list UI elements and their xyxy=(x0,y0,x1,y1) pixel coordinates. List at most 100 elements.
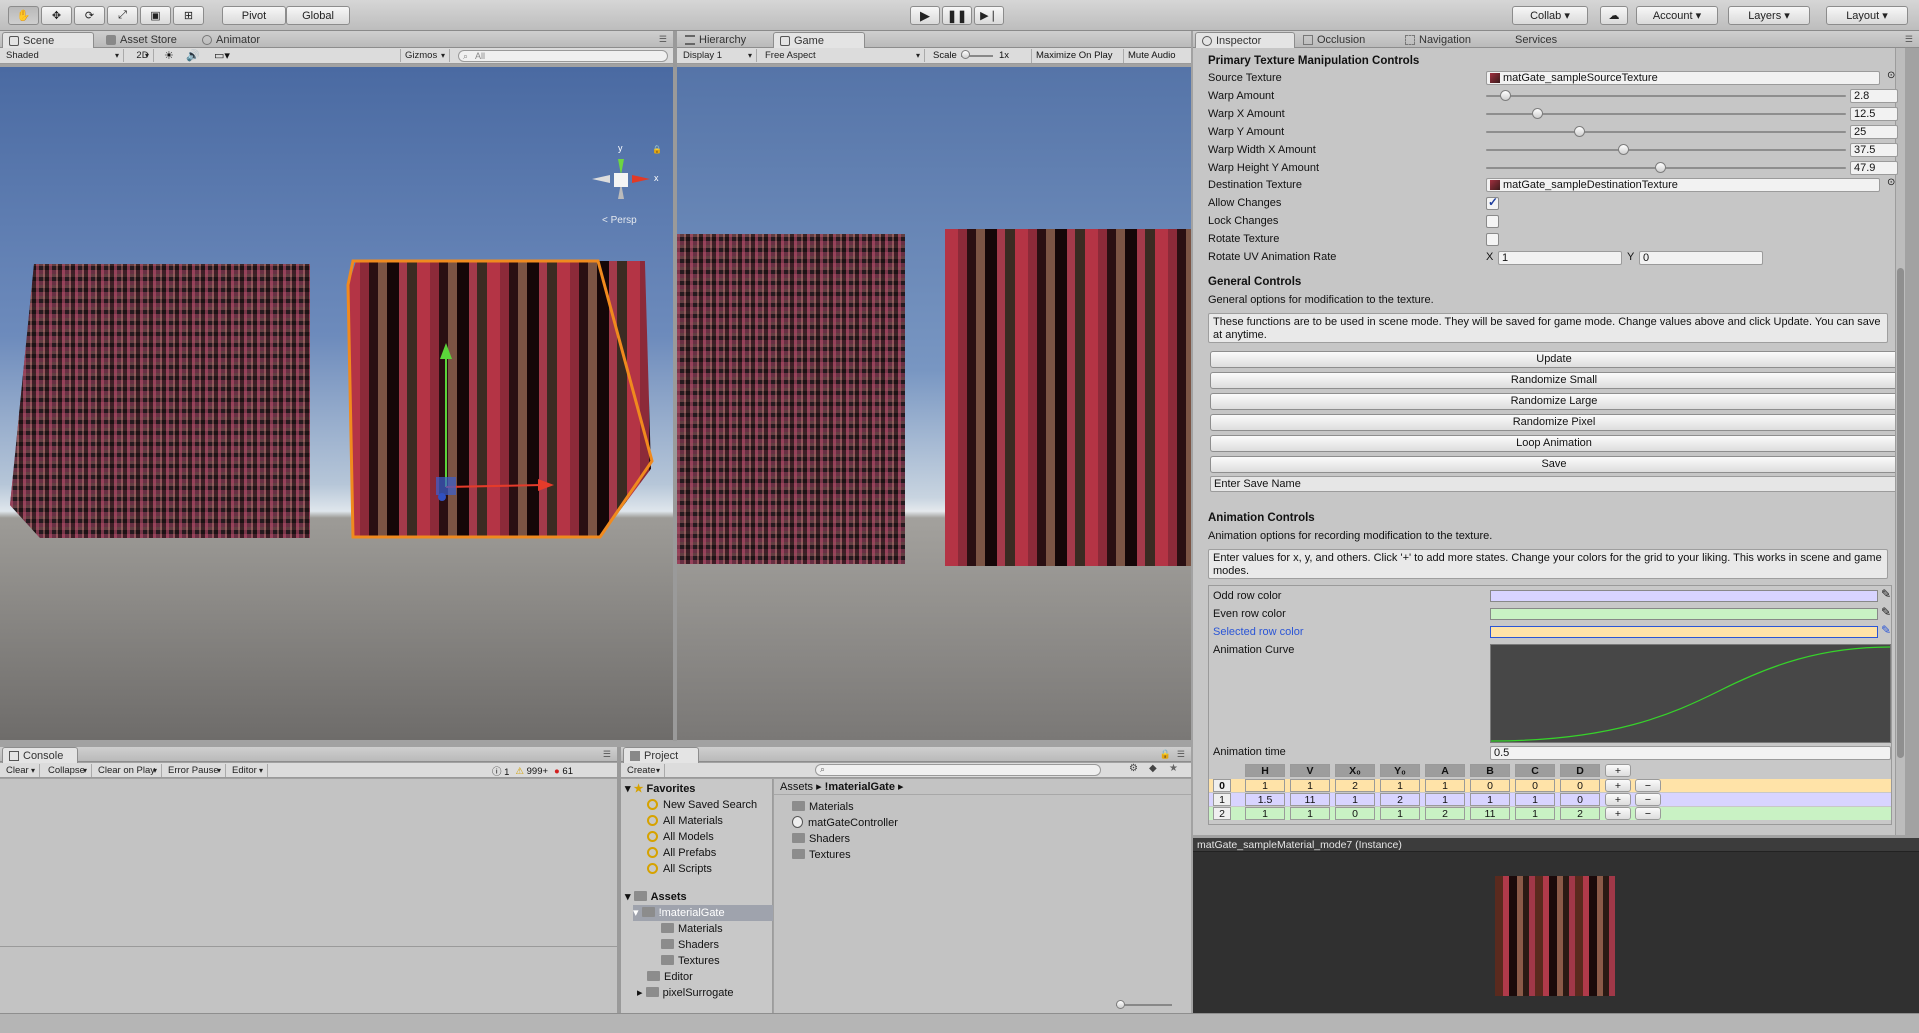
slider-value-field[interactable]: 2.8 xyxy=(1850,89,1898,103)
pivot-toggle[interactable]: Pivot xyxy=(222,6,286,25)
slider-knob[interactable] xyxy=(1654,162,1666,173)
slider-track[interactable] xyxy=(1486,95,1846,97)
animation-time-field[interactable]: 0.5 xyxy=(1490,746,1891,760)
save-button[interactable]: Save xyxy=(1210,456,1898,473)
global-toggle[interactable]: Global xyxy=(286,6,350,25)
grid-cell[interactable]: 2 xyxy=(1335,779,1375,792)
project-search-input[interactable]: ⌕ xyxy=(815,764,1101,776)
favorite-star-icon[interactable]: ★ xyxy=(1169,763,1178,774)
slider-value-field[interactable]: 25 xyxy=(1850,125,1898,139)
eyedropper-icon[interactable]: ✎ xyxy=(1881,587,1891,601)
tab-animator[interactable]: Animator xyxy=(196,32,282,48)
grid-cell[interactable]: 1 xyxy=(1380,807,1420,820)
warning-toggle[interactable]: ⚠ 999+ xyxy=(515,766,548,777)
slider-value-field[interactable]: 47.9 xyxy=(1850,161,1898,175)
add-state-button[interactable]: + xyxy=(1605,779,1631,792)
inspector-menu-icon[interactable]: ☰ xyxy=(1905,34,1913,45)
grid-row-index[interactable]: 0 xyxy=(1213,779,1231,792)
content-item-textures[interactable]: Textures xyxy=(792,847,851,863)
tab-occlusion[interactable]: Occlusion xyxy=(1297,32,1397,48)
tree-item-editor[interactable]: Editor xyxy=(647,969,693,985)
tree-item-textures[interactable]: Textures xyxy=(661,953,720,969)
slider-knob[interactable] xyxy=(1500,90,1512,101)
tab-hierarchy[interactable]: Hierarchy xyxy=(679,32,771,48)
assets-node[interactable]: ▾ Assets xyxy=(625,889,687,905)
grid-cell[interactable]: 1 xyxy=(1515,793,1555,806)
rotate-uv-x-field[interactable]: 1 xyxy=(1498,251,1622,265)
grid-row-index[interactable]: 2 xyxy=(1213,807,1231,820)
maximize-on-play-toggle[interactable]: Maximize On Play xyxy=(1031,49,1113,63)
account-dropdown[interactable]: Account ▾ xyxy=(1636,6,1718,25)
tab-navigation[interactable]: Navigation xyxy=(1399,32,1503,48)
icon-size-knob[interactable] xyxy=(1116,1000,1125,1009)
gizmos-dropdown[interactable]: Gizmos xyxy=(400,49,450,62)
favorite-item[interactable]: All Prefabs xyxy=(647,845,716,861)
layers-dropdown[interactable]: Layers ▾ xyxy=(1728,6,1810,25)
selected-row-color-swatch[interactable] xyxy=(1490,626,1878,638)
persp-label[interactable]: < Persp xyxy=(602,215,637,226)
console-menu-icon[interactable]: ☰ xyxy=(603,749,611,760)
tab-inspector[interactable]: Inspector xyxy=(1195,32,1295,48)
slider-knob[interactable] xyxy=(1531,108,1543,119)
editor-dropdown[interactable]: Editor xyxy=(228,764,268,777)
mute-audio-toggle[interactable]: Mute Audio xyxy=(1123,49,1176,63)
eyedropper-icon[interactable]: ✎ xyxy=(1881,605,1891,619)
rotate-texture-checkbox[interactable] xyxy=(1486,233,1499,246)
source-texture-field[interactable]: matGate_sampleSourceTexture xyxy=(1486,71,1880,85)
search-by-label-icon[interactable]: ◆ xyxy=(1149,763,1157,774)
remove-state-button[interactable]: − xyxy=(1635,779,1661,792)
mode-2d-toggle[interactable]: 2D xyxy=(128,49,154,62)
project-menu-icon[interactable]: ☰ xyxy=(1177,749,1185,760)
error-toggle[interactable]: ● 61 xyxy=(554,766,573,777)
lock-changes-checkbox[interactable] xyxy=(1486,215,1499,228)
slider-knob[interactable] xyxy=(1618,144,1629,155)
collab-dropdown[interactable]: Collab ▾ xyxy=(1512,6,1588,25)
randomize-small-button[interactable]: Randomize Small xyxy=(1210,372,1898,389)
pause-button[interactable]: ❚❚ xyxy=(942,6,972,25)
scale-tool-icon[interactable]: ⤢ xyxy=(107,6,138,25)
display-dropdown[interactable]: Display 1 xyxy=(679,49,757,62)
clear-button[interactable]: Clear xyxy=(2,764,40,777)
step-button[interactable]: ▶❘ xyxy=(974,6,1004,25)
save-name-input[interactable]: Enter Save Name xyxy=(1210,476,1898,492)
content-item-materials[interactable]: Materials xyxy=(792,799,854,815)
game-viewport[interactable] xyxy=(677,67,1191,740)
randomize-pixel-button[interactable]: Randomize Pixel xyxy=(1210,414,1898,431)
lock-icon[interactable]: 🔒 xyxy=(1160,749,1171,760)
scale-slider-knob[interactable] xyxy=(961,50,970,59)
transform-tool-icon[interactable]: ⊞ xyxy=(173,6,204,25)
randomize-large-button[interactable]: Randomize Large xyxy=(1210,393,1898,410)
scene-viewport[interactable]: y x < Persp 🔒 xyxy=(0,67,673,740)
shading-dropdown[interactable]: Shaded xyxy=(2,49,124,62)
update-button[interactable]: Update xyxy=(1210,351,1898,368)
favorite-item[interactable]: All Scripts xyxy=(647,861,712,877)
grid-cell[interactable]: 1 xyxy=(1380,779,1420,792)
create-dropdown[interactable]: Create xyxy=(623,764,665,777)
hand-tool-icon[interactable]: ✋ xyxy=(8,6,39,25)
animation-curve-field[interactable] xyxy=(1490,644,1891,743)
tree-item-shaders[interactable]: Shaders xyxy=(661,937,719,953)
clear-on-play-button[interactable]: Clear on Play xyxy=(94,764,162,777)
favorites-node[interactable]: ▾ ★ Favorites xyxy=(625,781,695,797)
odd-row-color-swatch[interactable] xyxy=(1490,590,1878,602)
scene-search-input[interactable]: ⌕ All xyxy=(458,50,668,62)
grid-cell[interactable]: 1 xyxy=(1245,779,1285,792)
icon-size-slider[interactable] xyxy=(1116,1000,1172,1009)
tab-project[interactable]: Project xyxy=(623,747,699,763)
loop-animation-button[interactable]: Loop Animation xyxy=(1210,435,1898,452)
aspect-dropdown[interactable]: Free Aspect xyxy=(761,49,925,62)
slider-track[interactable] xyxy=(1486,131,1846,133)
grid-cell[interactable]: 0 xyxy=(1560,793,1600,806)
cloud-button[interactable]: ☁ xyxy=(1600,6,1628,25)
grid-cell[interactable]: 1 xyxy=(1335,793,1375,806)
tab-console[interactable]: Console xyxy=(2,747,78,763)
effects-dropdown-icon[interactable]: ▭▾ xyxy=(214,49,230,62)
error-pause-button[interactable]: Error Pause xyxy=(164,764,226,777)
log-toggle[interactable]: ⓘ 1 xyxy=(492,764,509,778)
rotate-uv-y-field[interactable]: 0 xyxy=(1639,251,1763,265)
inspector-scroll-thumb[interactable] xyxy=(1897,268,1904,758)
move-tool-icon[interactable]: ✥ xyxy=(41,6,72,25)
tab-game[interactable]: Game xyxy=(773,32,865,48)
slider-track[interactable] xyxy=(1486,167,1846,169)
breadcrumb-root[interactable]: Assets xyxy=(780,781,813,793)
